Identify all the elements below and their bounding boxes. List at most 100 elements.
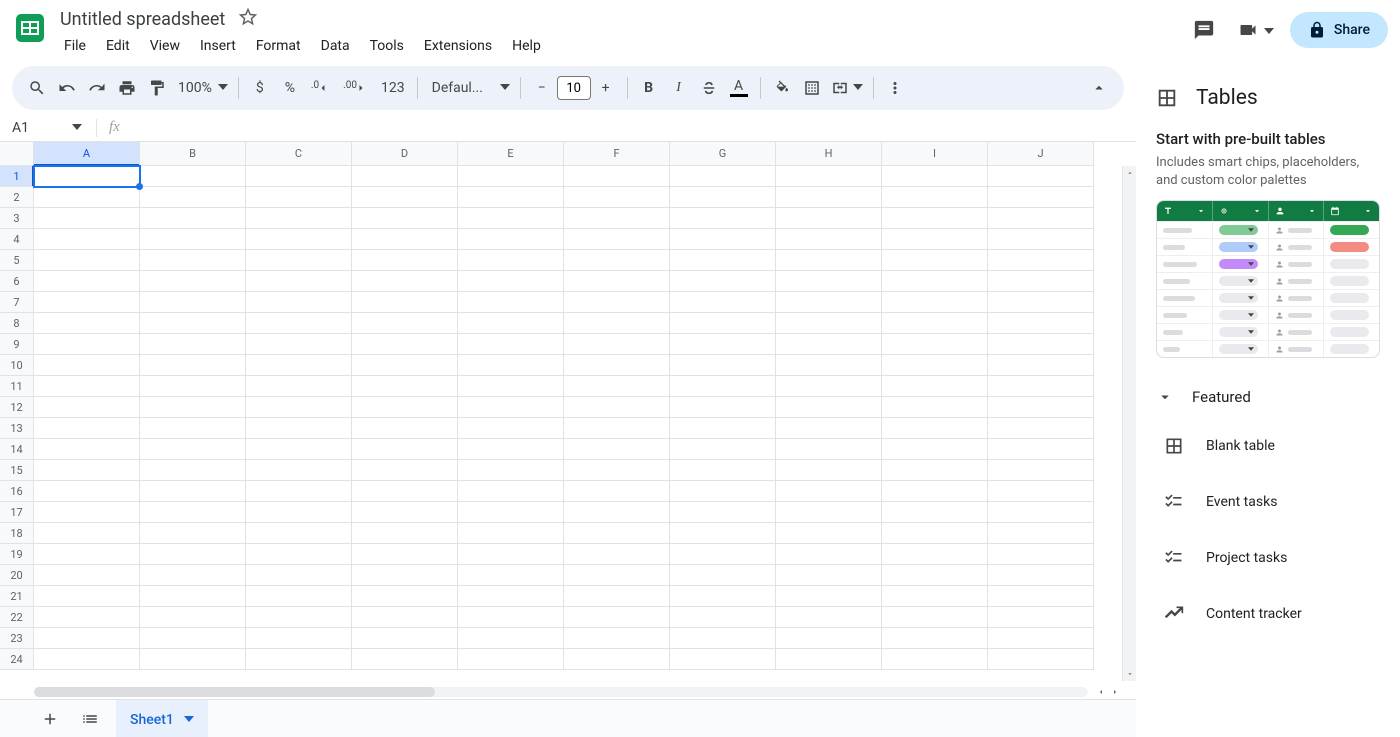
row-header-21[interactable]: 21 <box>0 586 34 607</box>
sheets-logo-icon[interactable] <box>12 10 48 46</box>
cell-C20[interactable] <box>246 565 352 586</box>
cell-I15[interactable] <box>882 460 988 481</box>
cell-J7[interactable] <box>988 292 1094 313</box>
cell-C9[interactable] <box>246 334 352 355</box>
cell-F9[interactable] <box>564 334 670 355</box>
cell-I1[interactable] <box>882 166 988 187</box>
cell-F21[interactable] <box>564 586 670 607</box>
cell-G6[interactable] <box>670 271 776 292</box>
cell-J16[interactable] <box>988 481 1094 502</box>
cell-J15[interactable] <box>988 460 1094 481</box>
share-button[interactable]: Share <box>1290 12 1388 48</box>
cell-C23[interactable] <box>246 628 352 649</box>
column-header-J[interactable]: J <box>988 142 1094 166</box>
cell-F18[interactable] <box>564 523 670 544</box>
cell-E23[interactable] <box>458 628 564 649</box>
cell-I8[interactable] <box>882 313 988 334</box>
row-header-9[interactable]: 9 <box>0 334 34 355</box>
cell-G9[interactable] <box>670 334 776 355</box>
cell-A12[interactable] <box>34 397 140 418</box>
zoom-select[interactable]: 100% <box>172 73 232 103</box>
column-header-B[interactable]: B <box>140 142 246 166</box>
cell-J19[interactable] <box>988 544 1094 565</box>
cell-E10[interactable] <box>458 355 564 376</box>
cell-J24[interactable] <box>988 649 1094 670</box>
document-title[interactable]: Untitled spreadsheet <box>56 9 229 30</box>
cell-I3[interactable] <box>882 208 988 229</box>
print-button[interactable] <box>112 73 142 103</box>
cell-E13[interactable] <box>458 418 564 439</box>
cell-B18[interactable] <box>140 523 246 544</box>
row-header-19[interactable]: 19 <box>0 544 34 565</box>
cell-C2[interactable] <box>246 187 352 208</box>
cell-G10[interactable] <box>670 355 776 376</box>
cell-I11[interactable] <box>882 376 988 397</box>
template-project-tasks[interactable]: Project tasks <box>1136 530 1400 586</box>
cell-H23[interactable] <box>776 628 882 649</box>
cell-B14[interactable] <box>140 439 246 460</box>
cell-E11[interactable] <box>458 376 564 397</box>
cell-J5[interactable] <box>988 250 1094 271</box>
cell-C6[interactable] <box>246 271 352 292</box>
cell-H11[interactable] <box>776 376 882 397</box>
cell-E9[interactable] <box>458 334 564 355</box>
cell-G13[interactable] <box>670 418 776 439</box>
select-all-corner[interactable] <box>0 142 34 166</box>
row-header-5[interactable]: 5 <box>0 250 34 271</box>
row-header-12[interactable]: 12 <box>0 397 34 418</box>
formula-input[interactable] <box>126 120 1136 135</box>
menu-help[interactable]: Help <box>504 34 549 58</box>
menu-format[interactable]: Format <box>248 34 309 58</box>
paint-format-button[interactable] <box>142 73 172 103</box>
column-header-I[interactable]: I <box>882 142 988 166</box>
cell-B12[interactable] <box>140 397 246 418</box>
cell-B9[interactable] <box>140 334 246 355</box>
cell-E21[interactable] <box>458 586 564 607</box>
vertical-scrollbar[interactable] <box>1122 166 1136 681</box>
cell-D10[interactable] <box>352 355 458 376</box>
cell-F14[interactable] <box>564 439 670 460</box>
cell-D21[interactable] <box>352 586 458 607</box>
cell-H5[interactable] <box>776 250 882 271</box>
scroll-right-button[interactable] <box>1108 685 1122 699</box>
cell-D6[interactable] <box>352 271 458 292</box>
cell-F12[interactable] <box>564 397 670 418</box>
cell-I22[interactable] <box>882 607 988 628</box>
cell-G21[interactable] <box>670 586 776 607</box>
cell-A2[interactable] <box>34 187 140 208</box>
cell-F15[interactable] <box>564 460 670 481</box>
template-event-tasks[interactable]: Event tasks <box>1136 474 1400 530</box>
featured-group-header[interactable]: Featured <box>1136 376 1400 418</box>
cell-B8[interactable] <box>140 313 246 334</box>
cell-A21[interactable] <box>34 586 140 607</box>
cell-H22[interactable] <box>776 607 882 628</box>
cell-D18[interactable] <box>352 523 458 544</box>
scroll-left-button[interactable] <box>1094 685 1108 699</box>
cell-G4[interactable] <box>670 229 776 250</box>
cell-I17[interactable] <box>882 502 988 523</box>
cell-E4[interactable] <box>458 229 564 250</box>
cell-D7[interactable] <box>352 292 458 313</box>
cell-B4[interactable] <box>140 229 246 250</box>
cell-B23[interactable] <box>140 628 246 649</box>
cell-G23[interactable] <box>670 628 776 649</box>
cell-D13[interactable] <box>352 418 458 439</box>
row-header-15[interactable]: 15 <box>0 460 34 481</box>
fill-color-button[interactable] <box>767 73 797 103</box>
cell-C17[interactable] <box>246 502 352 523</box>
cell-I4[interactable] <box>882 229 988 250</box>
cell-B2[interactable] <box>140 187 246 208</box>
cell-G1[interactable] <box>670 166 776 187</box>
cell-E16[interactable] <box>458 481 564 502</box>
scroll-down-button[interactable] <box>1123 667 1137 681</box>
cell-A15[interactable] <box>34 460 140 481</box>
cell-H2[interactable] <box>776 187 882 208</box>
row-header-11[interactable]: 11 <box>0 376 34 397</box>
cell-I7[interactable] <box>882 292 988 313</box>
cell-A6[interactable] <box>34 271 140 292</box>
cell-B5[interactable] <box>140 250 246 271</box>
cell-B16[interactable] <box>140 481 246 502</box>
cell-B1[interactable] <box>140 166 246 187</box>
cell-G8[interactable] <box>670 313 776 334</box>
cell-I24[interactable] <box>882 649 988 670</box>
